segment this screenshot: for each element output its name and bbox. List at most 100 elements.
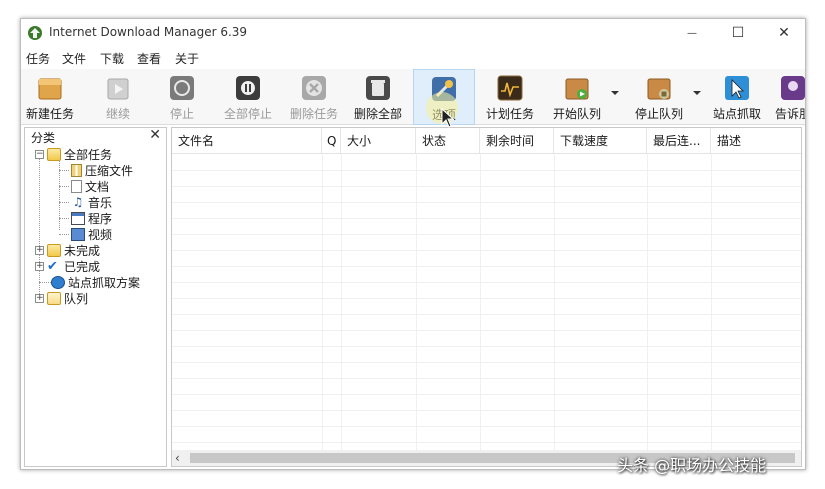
tree-item-label: 压缩文件 [85, 163, 134, 178]
grid-column-line [480, 154, 481, 450]
tree-connector [59, 202, 69, 203]
tell-friend-label: 告诉朋 [774, 107, 805, 121]
program-icon [71, 211, 85, 225]
start-queue-button[interactable]: 开始队列 [544, 69, 610, 125]
stop-icon [170, 76, 194, 100]
tree-item-zip[interactable]: 压缩文件 [71, 162, 133, 178]
tree-item-label: 文档 [85, 179, 110, 194]
folder-open-icon [47, 147, 61, 161]
tree-item-documents[interactable]: 文档 [71, 178, 109, 194]
menu-download[interactable]: 下载 [100, 50, 124, 67]
stop-queue-dropdown-icon[interactable] [693, 91, 701, 95]
close-icon: ✕ [778, 25, 790, 41]
tree-item-grabber-projects[interactable]: 站点抓取方案 [51, 274, 140, 290]
expand-icon[interactable]: + [35, 261, 44, 271]
stop-button[interactable]: 停止 [158, 69, 206, 125]
grid-row-line [172, 202, 801, 203]
tree-item-programs[interactable]: 程序 [71, 210, 112, 226]
site-grabber-button[interactable]: 站点抓取 [707, 69, 767, 125]
column-filename[interactable]: 文件名 [172, 128, 322, 154]
queue-folder-icon [47, 291, 61, 305]
collapse-icon[interactable]: − [35, 149, 44, 159]
grid-row-line [172, 186, 801, 187]
menu-view[interactable]: 查看 [137, 50, 161, 67]
stop-queue-label: 停止队列 [634, 107, 683, 121]
categories-title: 分类 [31, 131, 56, 145]
minimize-button[interactable]: — [669, 19, 715, 47]
expand-icon[interactable]: + [35, 245, 44, 255]
start-queue-label: 开始队列 [552, 107, 601, 121]
tree-item-music[interactable]: ♫ 音乐 [71, 194, 112, 210]
resume-icon [107, 78, 129, 100]
tree-item-finished[interactable]: + ✔ 已完成 [35, 258, 100, 274]
menu-file[interactable]: 文件 [62, 50, 86, 67]
resume-button[interactable]: 继续 [93, 69, 143, 125]
grid-row-line [172, 266, 801, 267]
tree-item-label: 站点抓取方案 [68, 275, 141, 290]
delete-all-button[interactable]: 删除全部 [348, 69, 408, 125]
video-icon [71, 227, 85, 241]
column-time-left[interactable]: 剩余时间 [480, 128, 554, 154]
close-button[interactable]: ✕ [761, 19, 805, 47]
document-icon [71, 179, 82, 193]
tree-connector [59, 218, 69, 219]
tree-item-label: 程序 [88, 211, 113, 226]
window-title: Internet Download Manager 6.39 [49, 25, 248, 39]
grid-row-line [172, 330, 801, 331]
column-q[interactable]: Q [322, 128, 341, 154]
start-queue-dropdown-icon[interactable] [611, 91, 619, 95]
column-status[interactable]: 状态 [416, 128, 480, 154]
grid-row-line [172, 250, 801, 251]
stop-all-icon [236, 76, 260, 100]
tree-item-label: 已完成 [64, 259, 101, 274]
new-task-icon [38, 78, 62, 100]
stop-all-button[interactable]: 全部停止 [218, 69, 278, 125]
stop-queue-button[interactable]: 停止队列 [626, 69, 692, 125]
toolbar: 新建任务 继续 停止 全部停止 删除任务 删除全部 计划任务 开始队列 停止队列… [21, 69, 805, 125]
tell-friend-icon [781, 76, 805, 100]
start-queue-icon [565, 78, 589, 100]
grid-row-line [172, 378, 801, 379]
grabber-project-icon [51, 275, 65, 289]
tree-item-queues[interactable]: + 队列 [35, 290, 88, 306]
delete-task-icon [302, 76, 326, 100]
maximize-icon: ☐ [731, 25, 745, 41]
mouse-cursor-icon [441, 108, 455, 128]
column-description[interactable]: 描述 [711, 128, 803, 154]
column-last-try[interactable]: 最后连... [647, 128, 711, 154]
grid-column-line [341, 154, 342, 450]
tree-connector [59, 170, 69, 171]
stop-all-label: 全部停止 [223, 107, 272, 121]
delete-all-label: 删除全部 [353, 107, 402, 121]
column-size[interactable]: 大小 [341, 128, 416, 154]
tree-item-all-tasks[interactable]: − 全部任务 [35, 146, 112, 162]
tree-item-video[interactable]: 视频 [71, 226, 112, 242]
tree-item-label: 音乐 [88, 195, 113, 210]
grid-row-line [172, 170, 801, 171]
grid-row-line [172, 314, 801, 315]
tell-friend-button[interactable]: 告诉朋 [773, 69, 805, 125]
categories-close-icon[interactable]: ✕ [149, 127, 161, 143]
categories-panel: 分类 ✕ − 全部任务 压缩文件 文档 ♫ 音乐 程序 视频 + 未完成 + ✔… [24, 127, 167, 467]
grid-column-line [554, 154, 555, 450]
menu-about[interactable]: 关于 [175, 50, 199, 67]
resume-label: 继续 [105, 107, 130, 121]
grid-row-line [172, 410, 801, 411]
expand-icon[interactable]: + [35, 293, 44, 303]
tree-item-label: 视频 [88, 227, 113, 242]
tree-connector [59, 186, 69, 187]
scheduler-icon [497, 75, 523, 101]
scheduler-button[interactable]: 计划任务 [479, 69, 541, 125]
menu-task[interactable]: 任务 [26, 50, 50, 67]
column-speed[interactable]: 下载速度 [554, 128, 647, 154]
unfinished-icon [47, 243, 61, 257]
maximize-button[interactable]: ☐ [715, 19, 761, 47]
stop-label: 停止 [169, 107, 194, 121]
scroll-left-icon[interactable]: ‹ [175, 450, 180, 466]
grid-row-line [172, 298, 801, 299]
delete-task-button[interactable]: 删除任务 [284, 69, 344, 125]
new-task-button[interactable]: 新建任务 [23, 69, 77, 125]
column-header: 文件名 Q 大小 状态 剩余时间 下载速度 最后连... 描述 [172, 128, 801, 154]
grid-row-line [172, 346, 801, 347]
tree-item-unfinished[interactable]: + 未完成 [35, 242, 100, 258]
